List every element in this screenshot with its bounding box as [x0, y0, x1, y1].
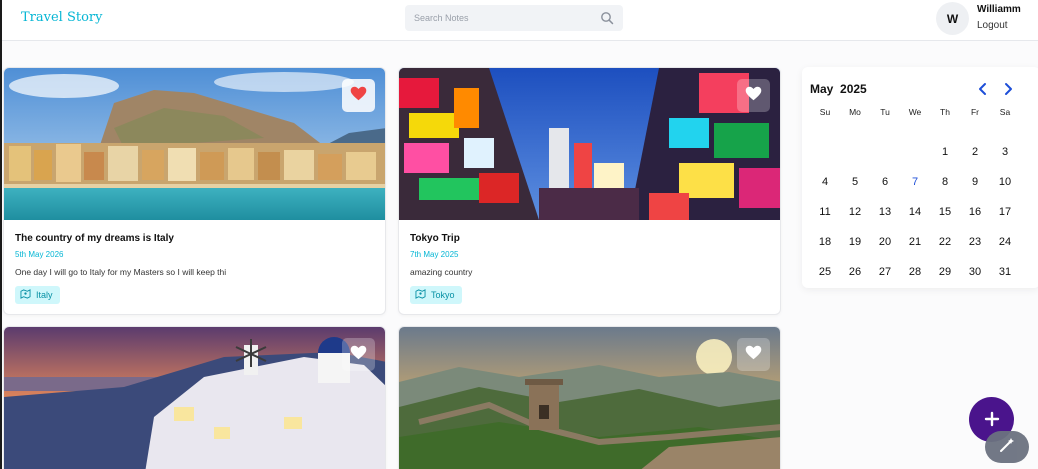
calendar-day[interactable]: 27 — [870, 257, 900, 287]
calendar-day[interactable]: 26 — [840, 257, 870, 287]
favorite-button[interactable] — [342, 338, 375, 371]
story-title: The country of my dreams is Italy — [15, 233, 174, 244]
story-image-italy[interactable] — [4, 68, 385, 220]
favorite-button[interactable] — [737, 338, 770, 371]
calendar-day[interactable]: 8 — [930, 167, 960, 197]
calendar-day[interactable]: 12 — [840, 197, 870, 227]
calendar-day[interactable]: 11 — [810, 197, 840, 227]
calendar-day[interactable]: 10 — [990, 167, 1020, 197]
chevron-right-icon[interactable] — [1001, 82, 1015, 96]
story-excerpt: amazing country — [410, 267, 473, 277]
calendar-day[interactable]: 17 — [990, 197, 1020, 227]
heart-icon — [745, 86, 762, 106]
weekday-label: Su — [819, 107, 831, 117]
story-excerpt: One day I will go to Italy for my Master… — [15, 267, 227, 277]
calendar-day[interactable]: 28 — [900, 257, 930, 287]
calendar-day[interactable]: 23 — [960, 227, 990, 257]
location-tag-label: Italy — [36, 290, 53, 300]
map-icon — [415, 289, 426, 301]
favorite-button[interactable] — [342, 79, 375, 112]
calendar-grid: Su Mo Tu We Th Fr Sa 1 2 3 4 5 6 7 8 9 10 11 12 13 14 15 16 17 1… — [810, 107, 1020, 287]
user-avatar: W — [936, 2, 969, 35]
calendar-empty-cell — [870, 137, 900, 167]
calendar-day[interactable]: 15 — [930, 197, 960, 227]
story-date: 5th May 2026 — [15, 250, 64, 259]
magic-edit-button[interactable] — [985, 431, 1029, 463]
location-tag-label: Tokyo — [431, 290, 455, 300]
calendar-day[interactable]: 6 — [870, 167, 900, 197]
calendar-month: May — [810, 82, 834, 96]
story-image-santorini[interactable] — [4, 327, 385, 469]
calendar-day[interactable]: 16 — [960, 197, 990, 227]
plus-icon — [984, 407, 1000, 433]
calendar-day[interactable]: 24 — [990, 227, 1020, 257]
weekday-label: Sa — [999, 107, 1011, 117]
calendar-day[interactable]: 13 — [870, 197, 900, 227]
calendar-day[interactable]: 31 — [990, 257, 1020, 287]
calendar-day[interactable]: 21 — [900, 227, 930, 257]
calendar-empty-cell — [840, 137, 870, 167]
calendar-empty-cell — [810, 137, 840, 167]
logout-button[interactable]: Logout — [977, 20, 1008, 31]
story-card[interactable] — [3, 326, 386, 469]
search-input[interactable] — [414, 9, 594, 27]
weekday-label: Tu — [880, 107, 890, 117]
chevron-left-icon[interactable] — [976, 82, 990, 96]
story-title: Tokyo Trip — [410, 233, 460, 244]
heart-icon — [350, 86, 367, 106]
weekday-label: Mo — [849, 107, 861, 117]
calendar-day[interactable]: 22 — [930, 227, 960, 257]
calendar-day[interactable]: 4 — [810, 167, 840, 197]
location-tag[interactable]: Tokyo — [410, 286, 462, 304]
story-card[interactable] — [398, 326, 781, 469]
magic-wand-icon — [998, 436, 1016, 459]
date-picker-calendar: May 2025 Su Mo Tu We Th Fr Sa 1 2 3 4 5 6 7 8 9 10 11 12 13… — [802, 67, 1038, 288]
calendar-day[interactable]: 19 — [840, 227, 870, 257]
calendar-day[interactable]: 29 — [930, 257, 960, 287]
calendar-year: 2025 — [840, 82, 867, 96]
calendar-day[interactable]: 14 — [900, 197, 930, 227]
calendar-day[interactable]: 25 — [810, 257, 840, 287]
story-image-tokyo[interactable] — [399, 68, 780, 220]
heart-icon — [745, 345, 762, 365]
weekday-label: We — [908, 107, 922, 117]
calendar-day[interactable]: 7 — [900, 167, 930, 197]
user-name: Williamm — [977, 4, 1021, 15]
calendar-empty-cell — [900, 137, 930, 167]
calendar-day[interactable]: 3 — [990, 137, 1020, 167]
weekday-label: Th — [940, 107, 950, 117]
top-navbar: Travel Story W Williamm Logout — [2, 0, 1038, 41]
search-icon[interactable] — [600, 11, 614, 25]
calendar-day[interactable]: 9 — [960, 167, 990, 197]
calendar-day[interactable]: 30 — [960, 257, 990, 287]
map-icon — [20, 289, 31, 301]
story-card[interactable]: The country of my dreams is Italy 5th Ma… — [3, 67, 386, 315]
calendar-title: May 2025 — [810, 82, 867, 96]
app-logo[interactable]: Travel Story — [21, 10, 102, 25]
story-image-great-wall[interactable] — [399, 327, 780, 469]
story-card[interactable]: Tokyo Trip 7th May 2025 amazing country … — [398, 67, 781, 315]
heart-icon — [350, 345, 367, 365]
calendar-day[interactable]: 1 — [930, 137, 960, 167]
calendar-day[interactable]: 5 — [840, 167, 870, 197]
search-bar — [405, 5, 623, 31]
location-tag[interactable]: Italy — [15, 286, 60, 304]
weekday-label: Fr — [970, 107, 980, 117]
calendar-day[interactable]: 2 — [960, 137, 990, 167]
calendar-day[interactable]: 20 — [870, 227, 900, 257]
favorite-button[interactable] — [737, 79, 770, 112]
calendar-day[interactable]: 18 — [810, 227, 840, 257]
story-date: 7th May 2025 — [410, 250, 459, 259]
